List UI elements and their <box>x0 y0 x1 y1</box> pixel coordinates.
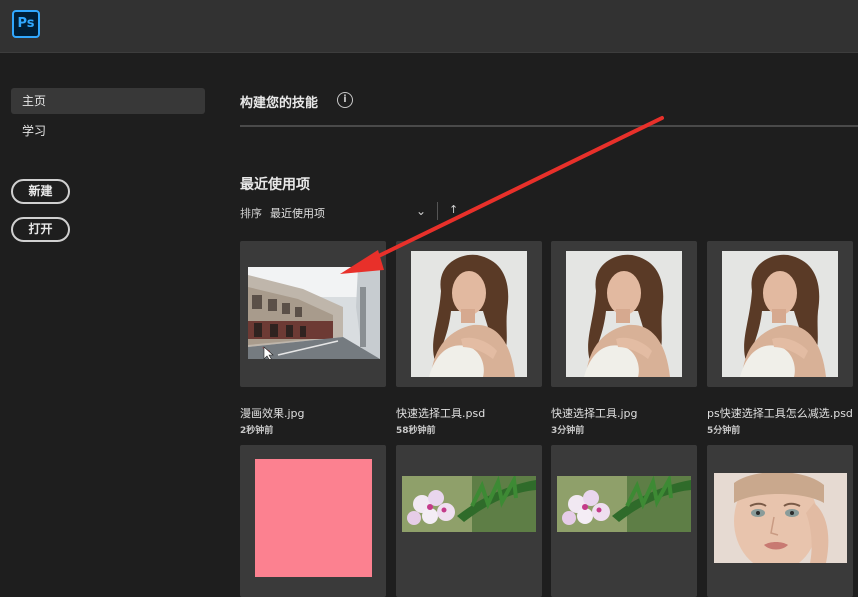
thumbnail-portrait <box>411 251 527 377</box>
portrait-image <box>722 251 838 377</box>
flower-image <box>557 476 691 532</box>
street-photo-image <box>248 267 380 359</box>
recent-title: 最近使用项 <box>240 177 310 193</box>
sort-label: 排序 <box>240 207 262 220</box>
sidebar: 主页 学习 新建 打开 <box>0 54 220 597</box>
file-card-face[interactable] <box>707 445 853 597</box>
file-name[interactable]: ps快速选择工具怎么减选.psd <box>707 405 853 421</box>
sort-dropdown[interactable]: 最近使用项 <box>270 205 325 221</box>
file-card-flower-1[interactable] <box>396 445 542 597</box>
sidebar-item-home[interactable]: 主页 <box>11 88 205 114</box>
thumbnail-face <box>714 473 847 563</box>
file-time: 2秒钟前 <box>240 426 274 436</box>
sort-direction-icon[interactable]: ↑ <box>449 203 458 216</box>
file-time: 3分钟前 <box>551 426 585 436</box>
divider <box>240 125 858 127</box>
file-card-quick-select-subtract-psd[interactable] <box>707 241 853 387</box>
portrait-image <box>566 251 682 377</box>
file-card-pink[interactable] <box>240 445 386 597</box>
thumbnail-pink <box>255 459 372 577</box>
file-card-quick-select-jpg[interactable] <box>551 241 697 387</box>
info-icon[interactable]: i <box>337 92 353 108</box>
file-time: 58秒钟前 <box>396 426 436 436</box>
file-name[interactable]: 快速选择工具.psd <box>396 405 485 421</box>
photoshop-logo[interactable]: Ps <box>12 10 40 38</box>
thumbnail-flower <box>557 476 691 532</box>
top-bar: Ps <box>0 0 858 53</box>
file-time: 5分钟前 <box>707 426 741 436</box>
file-card-flower-2[interactable] <box>551 445 697 597</box>
thumbnail-portrait <box>566 251 682 377</box>
sort-separator <box>437 202 438 220</box>
section-title: 构建您的技能 <box>240 96 319 111</box>
open-button[interactable]: 打开 <box>11 217 70 242</box>
flower-image <box>402 476 536 532</box>
new-button[interactable]: 新建 <box>11 179 70 204</box>
main-content: 构建您的技能 i 最近使用项 排序 最近使用项 ⌄ ↑ 漫画效果.jpg 2秒钟… <box>220 54 858 597</box>
thumbnail-street <box>248 267 380 359</box>
thumbnail-portrait <box>722 251 838 377</box>
file-card-quick-select-psd[interactable] <box>396 241 542 387</box>
chevron-down-icon[interactable]: ⌄ <box>416 204 426 218</box>
file-name[interactable]: 漫画效果.jpg <box>240 405 305 421</box>
face-image <box>714 473 847 563</box>
thumbnail-flower <box>402 476 536 532</box>
file-name[interactable]: 快速选择工具.jpg <box>551 405 638 421</box>
sidebar-item-learn[interactable]: 学习 <box>11 118 205 144</box>
portrait-image <box>411 251 527 377</box>
file-card-comic[interactable] <box>240 241 386 387</box>
